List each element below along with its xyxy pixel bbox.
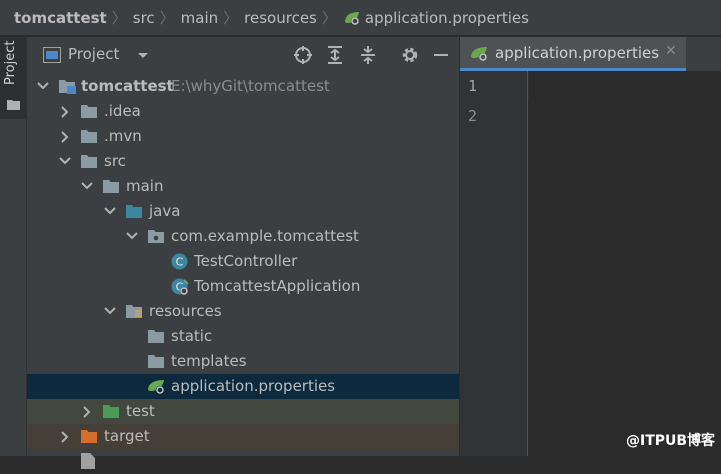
hide-icon[interactable] (431, 45, 451, 65)
tree-label-tomcattest: tomcattest (81, 77, 174, 95)
tree-label-main: main (126, 177, 164, 195)
tree-label-java: java (149, 202, 181, 220)
tree-label-templates: templates (171, 352, 247, 370)
chevron-right-icon: 〉 (159, 9, 175, 27)
tree-label-test: test (126, 402, 155, 420)
package-icon (148, 230, 164, 243)
chevron-down-icon[interactable] (81, 181, 93, 191)
collapse-all-icon[interactable] (358, 45, 378, 65)
tree-row-test[interactable]: test (27, 399, 459, 424)
tree-row-tomcattestapplication[interactable]: C TomcattestApplication (27, 274, 459, 299)
tree-row-package[interactable]: com.example.tomcattest (27, 224, 459, 249)
stripe-project-label: Project (3, 40, 18, 85)
breadcrumb-item-src[interactable]: src (133, 9, 155, 27)
spring-properties-icon (148, 380, 165, 395)
tool-window-stripe: Project (0, 37, 27, 456)
editor-gutter: 1 2 (460, 71, 528, 456)
breadcrumb-item-file[interactable]: application.properties (365, 9, 529, 27)
tree-row-application-properties[interactable]: application.properties (27, 374, 459, 399)
tree-label-mvn: .mvn (104, 127, 142, 145)
tree-label-idea: .idea (104, 102, 141, 120)
spring-properties-icon (471, 47, 488, 62)
chevron-down-icon[interactable] (126, 231, 138, 241)
watermark: @ITPUB博客 (626, 433, 716, 449)
tree-row-idea[interactable]: .idea (27, 99, 459, 124)
tree-label-testcontroller: TestController (194, 252, 298, 270)
breadcrumb-item-main[interactable]: main (181, 9, 218, 27)
chevron-right-icon[interactable] (60, 106, 70, 118)
test-folder-icon (103, 405, 119, 418)
line-number-1: 1 (468, 77, 478, 95)
project-panel: Project tomcattest E:\whyGit\tomcattest … (27, 37, 459, 469)
tree-row-main[interactable]: main (27, 174, 459, 199)
tree-row-src[interactable]: src (27, 149, 459, 174)
project-view-icon (43, 47, 61, 63)
tree-row-templates[interactable]: templates (27, 349, 459, 374)
module-folder-icon (59, 80, 76, 94)
chevron-right-icon[interactable] (82, 406, 92, 418)
expand-all-icon[interactable] (325, 45, 345, 65)
excluded-folder-icon (81, 430, 97, 443)
tree-label-static: static (171, 327, 213, 345)
svg-text:C: C (176, 256, 184, 269)
folder-icon (103, 180, 119, 193)
gear-icon[interactable] (400, 45, 420, 65)
editor-tab-bar: application.properties ✕ (460, 37, 721, 71)
chevron-down-icon[interactable] (59, 156, 71, 166)
chevron-right-icon: 〉 (223, 9, 239, 27)
folder-icon (81, 155, 97, 168)
chevron-down-icon[interactable] (137, 52, 149, 60)
chevron-right-icon: 〉 (111, 9, 127, 27)
tree-row-mvn[interactable]: .mvn (27, 124, 459, 149)
chevron-right-icon[interactable] (60, 431, 70, 443)
folder-icon (81, 105, 97, 118)
project-tool-window-button[interactable]: Project (0, 37, 26, 119)
chevron-right-icon[interactable] (60, 131, 70, 143)
project-panel-header: Project (27, 37, 459, 73)
tree-label-resources: resources (149, 302, 222, 320)
folder-icon (148, 355, 164, 368)
chevron-down-icon[interactable] (37, 81, 49, 91)
tree-row-tomcattest[interactable]: tomcattest E:\whyGit\tomcattest (27, 74, 459, 99)
tree-label-target: target (104, 427, 150, 445)
locate-icon[interactable] (293, 45, 313, 65)
tree-row-java[interactable]: java (27, 199, 459, 224)
tree-label-application-properties: application.properties (171, 377, 336, 395)
tree-label-src: src (104, 152, 126, 170)
editor-tab-application-properties[interactable]: application.properties ✕ (460, 37, 686, 71)
editor-text-area[interactable] (529, 71, 721, 456)
folder-icon (7, 100, 20, 110)
editor-tab-label: application.properties (495, 44, 660, 62)
tree-label-package: com.example.tomcattest (171, 227, 359, 245)
resources-folder-icon (126, 305, 142, 318)
project-view-selector[interactable]: Project (68, 45, 119, 63)
source-folder-icon (126, 205, 142, 218)
tree-label-tomcattestapplication: TomcattestApplication (194, 277, 361, 295)
tree-row-target[interactable]: target (27, 424, 459, 449)
spring-properties-icon (344, 11, 359, 25)
file-icon (81, 453, 95, 469)
module-path: E:\whyGit\tomcattest (171, 77, 330, 95)
line-number-2: 2 (468, 107, 478, 125)
class-icon: C (171, 253, 188, 270)
spring-boot-class-icon: C (171, 278, 189, 295)
folder-icon (81, 130, 97, 143)
close-icon[interactable]: ✕ (665, 43, 677, 59)
folder-icon (148, 330, 164, 343)
tree-row-partial (27, 449, 459, 474)
breadcrumb-item-resources[interactable]: resources (244, 9, 317, 27)
chevron-right-icon: 〉 (321, 9, 337, 27)
chevron-down-icon[interactable] (104, 206, 116, 216)
tree-row-static[interactable]: static (27, 324, 459, 349)
tree-row-resources[interactable]: resources (27, 299, 459, 324)
breadcrumb: tomcattest 〉 src 〉 main 〉 resources 〉 ap… (0, 0, 721, 36)
chevron-down-icon[interactable] (104, 306, 116, 316)
breadcrumb-item-project[interactable]: tomcattest (14, 9, 107, 27)
tree-row-testcontroller[interactable]: C TestController (27, 249, 459, 274)
